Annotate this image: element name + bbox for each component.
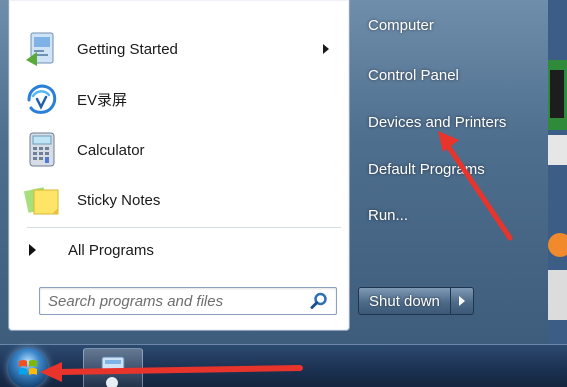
windows-logo-icon xyxy=(19,360,37,375)
desktop-background xyxy=(548,0,567,344)
all-programs-label: All Programs xyxy=(68,241,154,259)
search-icon[interactable] xyxy=(310,292,328,310)
program-item-calculator[interactable]: Calculator xyxy=(19,128,337,172)
program-item-getting-started[interactable]: Getting Started xyxy=(19,27,337,71)
shutdown-options-button[interactable] xyxy=(450,287,474,315)
triangle-right-icon xyxy=(29,244,36,256)
program-label: EV录屏 xyxy=(77,91,128,109)
menu-item-run[interactable]: Run... xyxy=(368,207,408,224)
search-box[interactable] xyxy=(39,287,337,315)
menu-item-computer[interactable]: Computer xyxy=(368,17,434,34)
program-label: Getting Started xyxy=(77,40,178,58)
shutdown-group: Shut down xyxy=(358,287,474,315)
search-input[interactable] xyxy=(46,290,300,312)
calculator-icon xyxy=(23,131,61,169)
ev-recorder-icon xyxy=(23,80,61,118)
program-label: Sticky Notes xyxy=(77,191,161,209)
program-item-sticky-notes[interactable]: Sticky Notes xyxy=(19,178,337,222)
program-item-ev-recorder[interactable]: EV录屏 xyxy=(19,77,337,121)
menu-item-control-panel[interactable]: Control Panel xyxy=(368,67,459,84)
programs-panel: Getting Started EV录屏 Calculator Sticky N… xyxy=(8,0,350,331)
menu-item-devices-and-printers[interactable]: Devices and Printers xyxy=(368,114,506,131)
all-programs-button[interactable]: All Programs xyxy=(29,236,154,264)
separator xyxy=(27,227,341,228)
getting-started-icon xyxy=(23,30,61,68)
program-label: Calculator xyxy=(77,141,145,159)
shutdown-button[interactable]: Shut down xyxy=(358,287,451,315)
sticky-notes-icon xyxy=(23,181,61,219)
chevron-right-icon xyxy=(458,296,465,306)
taskbar-app-button[interactable] xyxy=(83,348,143,387)
start-button[interactable] xyxy=(8,348,48,387)
app-window-icon xyxy=(101,356,125,387)
submenu-arrow-icon xyxy=(323,44,329,54)
menu-item-default-programs[interactable]: Default Programs xyxy=(368,161,485,178)
